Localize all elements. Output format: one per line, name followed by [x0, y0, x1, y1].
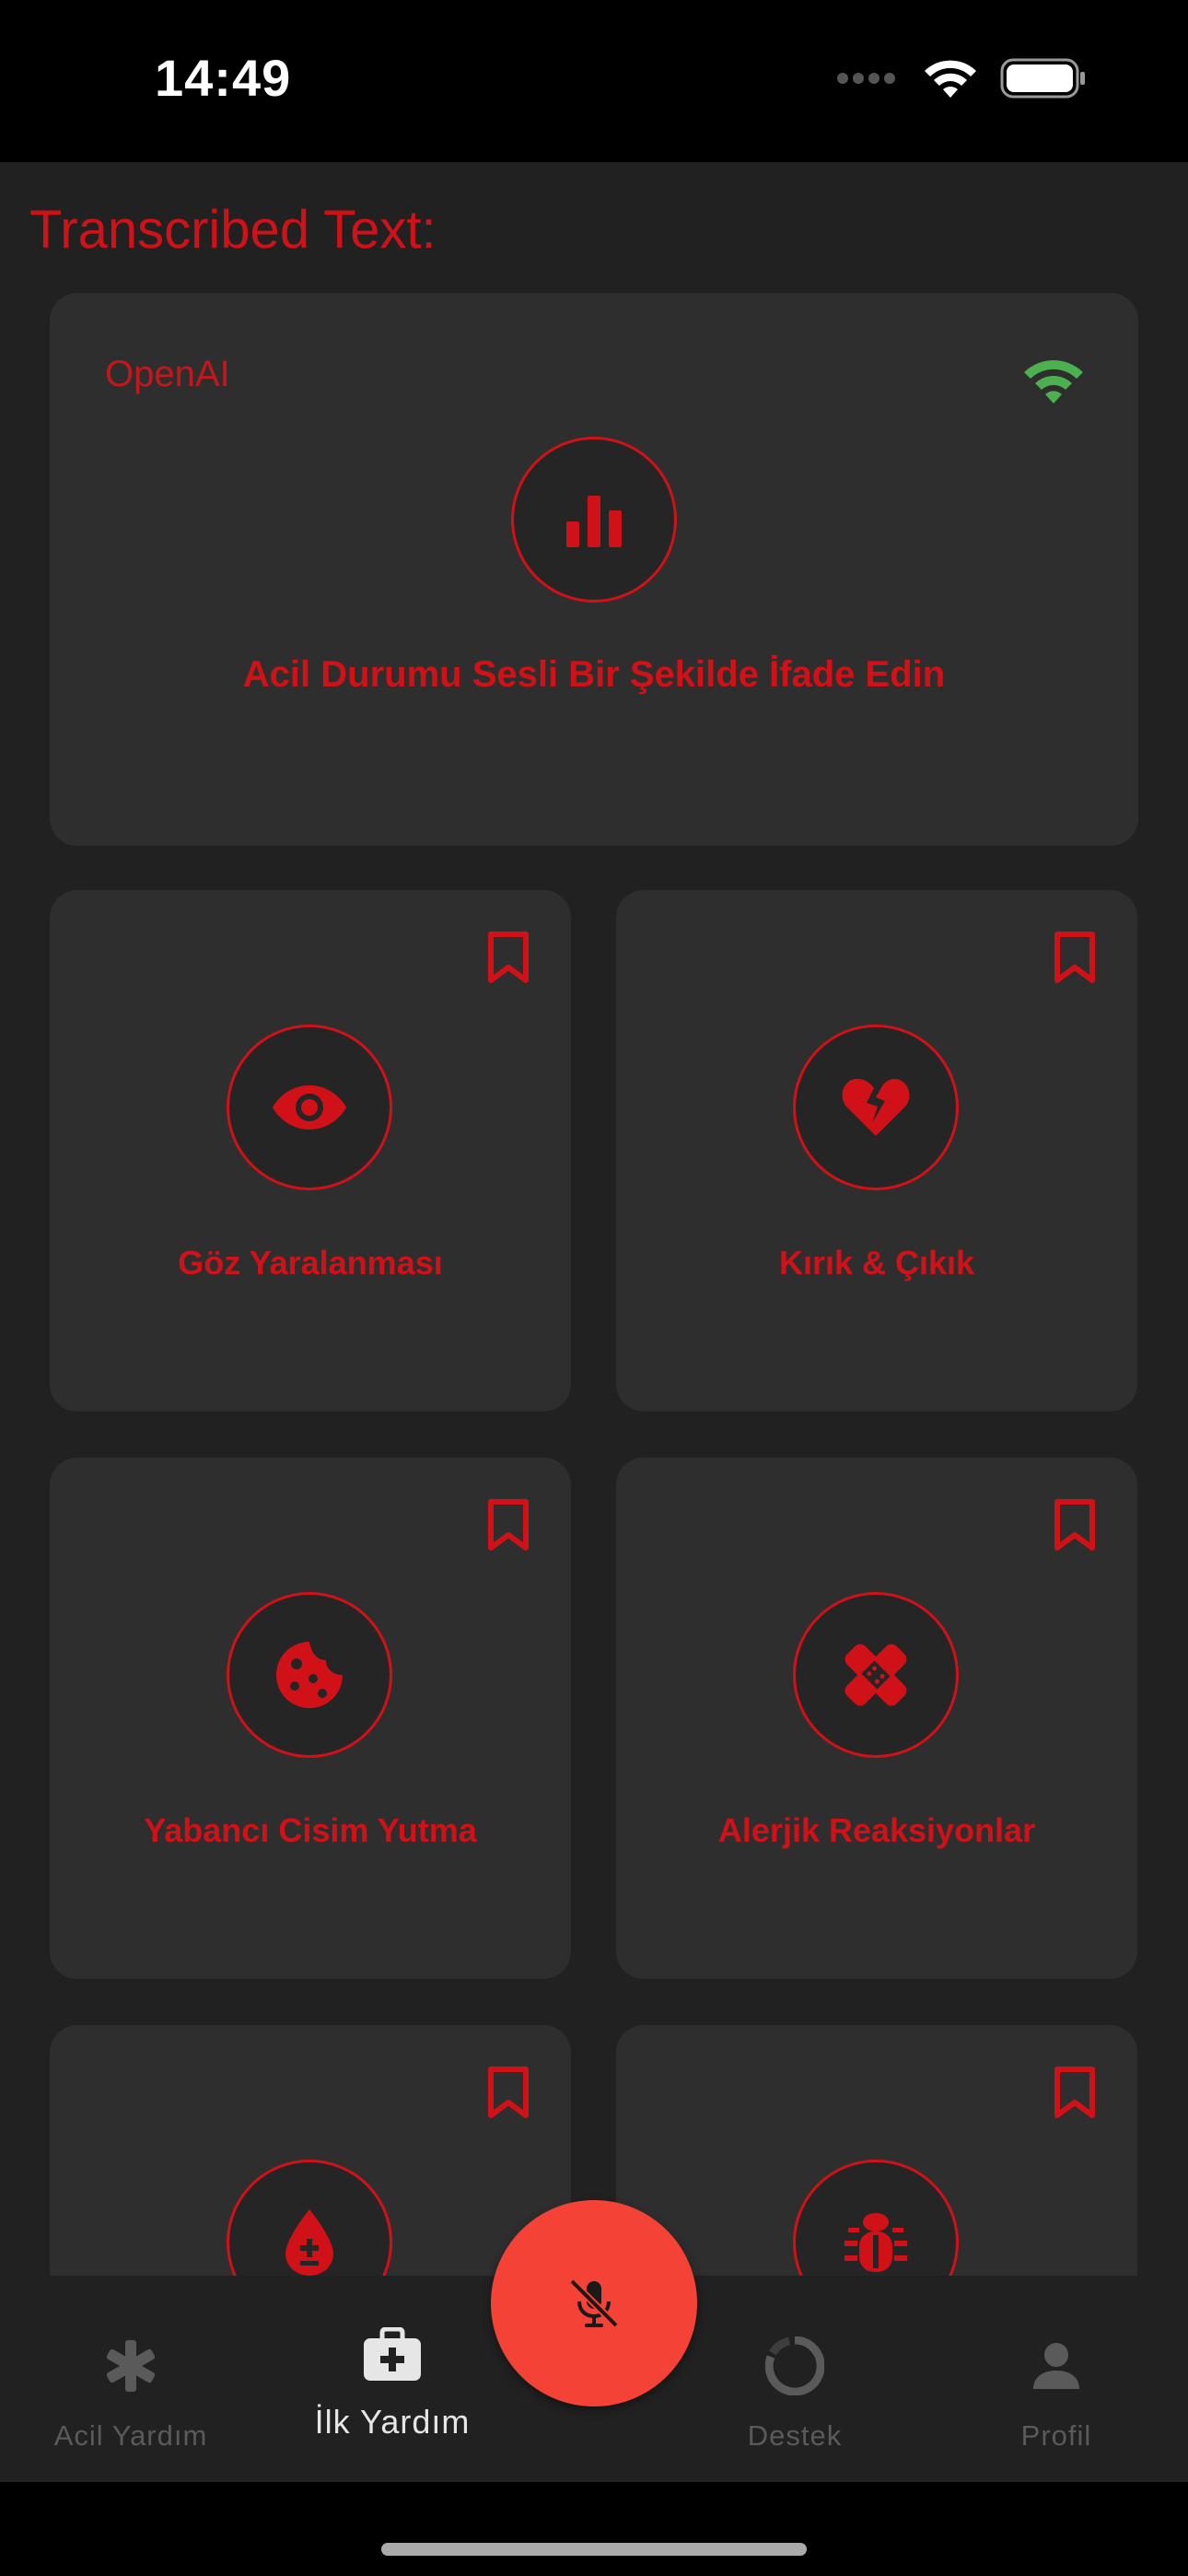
cookie-icon — [227, 1592, 392, 1758]
bookmark-icon[interactable] — [1053, 931, 1097, 984]
status-bar: 14:49 — [0, 0, 1188, 162]
bookmark-icon[interactable] — [486, 2066, 530, 2119]
spinner-icon — [684, 2331, 905, 2401]
battery-icon — [1000, 58, 1085, 99]
nav-item-ilk-yardim[interactable]: İlk Yardım — [282, 2320, 503, 2441]
bar-chart-icon[interactable] — [511, 437, 677, 603]
voice-prompt-label: Acil Durumu Sesli Bir Şekilde İfade Edin — [242, 654, 946, 695]
bookmark-icon[interactable] — [1053, 1498, 1097, 1551]
tile-label: Yabancı Cisim Yutma — [144, 1811, 477, 1849]
tile-alerjik-reaksiyonlar[interactable]: Alerjik Reaksiyonlar — [616, 1458, 1137, 1979]
nav-item-acil-yardim[interactable]: Acil Yardım — [20, 2331, 241, 2453]
connection-wifi-icon — [1022, 357, 1085, 409]
provider-label: OpenAI — [105, 354, 230, 394]
nav-item-profil[interactable]: Profil — [946, 2331, 1167, 2453]
home-indicator-area — [0, 2482, 1188, 2576]
tile-kirik-cikik[interactable]: Kırık & Çıkık — [616, 890, 1137, 1411]
tile-label: Göz Yaralanması — [178, 1244, 443, 1282]
nav-label: Acil Yardım — [53, 2419, 208, 2452]
microphone-slash-icon — [569, 2278, 619, 2328]
tile-yabanci-cisim-yutma[interactable]: Yabancı Cisim Yutma — [50, 1458, 571, 1979]
bookmark-icon[interactable] — [1053, 2066, 1097, 2119]
nav-label: İlk Yardım — [314, 2403, 471, 2441]
broken-heart-icon — [793, 1025, 959, 1190]
tile-goz-yaralanmasi[interactable]: Göz Yaralanması — [50, 890, 571, 1411]
status-time: 14:49 — [155, 49, 292, 107]
main-screen: Transcribed Text: OpenAI Acil Durumu Ses… — [0, 162, 1188, 2482]
signal-dots-icon — [837, 73, 895, 84]
microphone-button[interactable] — [491, 2200, 697, 2406]
voice-input-card[interactable]: OpenAI Acil Durumu Sesli Bir Şekilde İfa… — [50, 293, 1138, 846]
bandage-icon — [793, 1592, 959, 1758]
tile-label: Kırık & Çıkık — [778, 1244, 975, 1282]
wifi-status-icon — [925, 60, 976, 98]
bookmark-icon[interactable] — [486, 931, 530, 984]
bookmark-icon[interactable] — [486, 1498, 530, 1551]
status-icons — [836, 57, 1087, 100]
asterisk-icon — [20, 2331, 241, 2401]
nav-label: Destek — [747, 2419, 843, 2452]
first-aid-kit-icon — [282, 2320, 503, 2390]
person-icon — [946, 2331, 1167, 2401]
eye-icon — [227, 1025, 392, 1190]
tile-label: Alerjik Reaksiyonlar — [717, 1811, 1036, 1849]
nav-label: Profil — [1020, 2419, 1092, 2452]
home-indicator[interactable] — [381, 2543, 807, 2556]
page-title: Transcribed Text: — [29, 200, 437, 260]
nav-item-destek[interactable]: Destek — [684, 2331, 905, 2453]
